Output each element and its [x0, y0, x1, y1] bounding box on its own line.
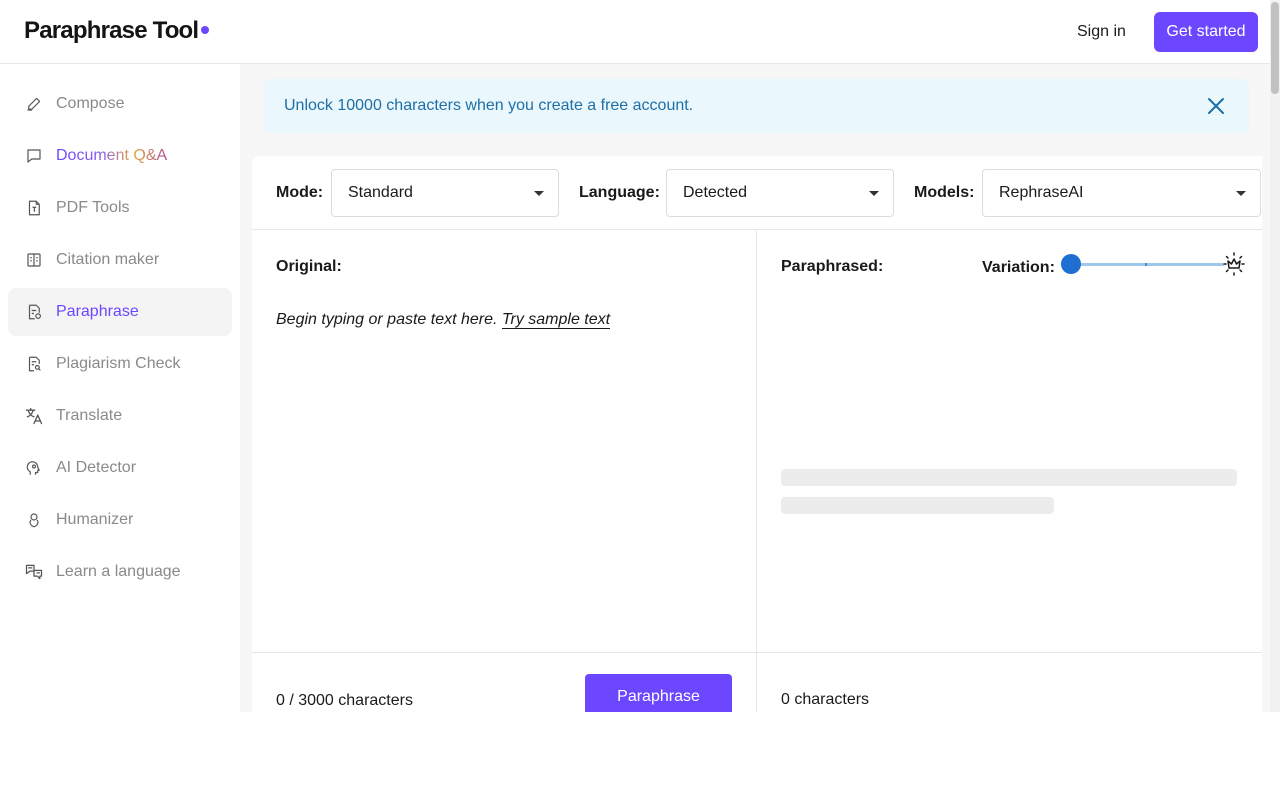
models-select[interactable]: RephraseAI [982, 169, 1261, 217]
logo-dot [201, 26, 210, 34]
page-scrollbar[interactable] [1270, 0, 1280, 712]
loading-skeleton-line [781, 469, 1237, 486]
original-text-input[interactable]: Begin typing or paste text here. Try sam… [276, 311, 611, 329]
doc-search-icon [24, 354, 44, 374]
sign-in-button[interactable]: Sign in [1066, 20, 1137, 44]
sidebar-item-label: AI Detector [56, 459, 137, 476]
main-content: Unlock 10000 characters when you create … [240, 64, 1270, 712]
app-viewport: Paraphrase Tool Sign in Get started Comp… [0, 0, 1280, 712]
placeholder-text: Begin typing or paste text here. [276, 311, 498, 328]
language-chat-icon [24, 562, 44, 582]
sidebar-item-translate[interactable]: Translate [8, 392, 232, 440]
sidebar-item-label: Humanizer [56, 511, 134, 528]
original-title: Original: [276, 258, 342, 275]
sidebar-item-document-qa[interactable]: Document Q&A [8, 132, 232, 180]
try-sample-text-link[interactable]: Try sample text [501, 311, 611, 329]
variation-slider-thumb[interactable] [1061, 254, 1081, 274]
sidebar-item-label: Plagiarism Check [56, 355, 181, 372]
signup-banner: Unlock 10000 characters when you create … [264, 79, 1249, 133]
variation-slider-tick [1145, 263, 1147, 266]
mode-value: Standard [348, 184, 413, 201]
language-value: Detected [683, 184, 748, 201]
language-label: Language: [579, 184, 660, 201]
paraphrase-button[interactable]: Paraphrase [585, 674, 732, 712]
sidebar-item-citation-maker[interactable]: Citation maker [8, 236, 232, 284]
loading-skeleton-line [781, 497, 1054, 514]
divider [757, 652, 1262, 653]
paraphrased-title: Paraphrased: [781, 258, 884, 275]
mode-label: Mode: [276, 184, 324, 201]
top-header: Paraphrase Tool Sign in Get started [0, 0, 1270, 64]
logo-text: Paraphrase Tool [24, 17, 199, 44]
sidebar-item-label: Translate [56, 407, 123, 424]
humanizer-icon [24, 510, 44, 530]
paraphraser-card: Mode: Standard Language: Detected Models… [252, 156, 1262, 712]
sidebar-item-paraphrase[interactable]: Paraphrase [8, 288, 232, 336]
original-pane: Original: Begin typing or paste text her… [252, 230, 757, 712]
sidebar-item-compose[interactable]: Compose [8, 80, 232, 128]
crown-icon [1222, 252, 1246, 276]
chevron-down-icon [869, 191, 879, 196]
variation-slider-track[interactable] [1072, 263, 1224, 266]
sidebar-item-label: Paraphrase [56, 303, 139, 320]
variation-label: Variation: [982, 259, 1055, 276]
chevron-down-icon [534, 191, 544, 196]
sidebar: Compose Document Q&A PDF Tools Citation … [0, 64, 240, 712]
paraphrased-char-count: 0 characters [781, 691, 870, 708]
sidebar-item-learn-a-language[interactable]: Learn a language [8, 548, 232, 596]
translate-icon [24, 406, 44, 426]
pdf-file-icon [24, 198, 44, 218]
sidebar-item-label: Citation maker [56, 251, 160, 268]
close-icon[interactable] [1205, 95, 1227, 117]
paraphrased-pane: Paraphrased: Variation: 0 characters [757, 230, 1262, 712]
pencil-icon [24, 94, 44, 114]
language-select[interactable]: Detected [666, 169, 894, 217]
sidebar-item-ai-detector[interactable]: AI Detector [8, 444, 232, 492]
models-label: Models: [914, 184, 975, 201]
sidebar-item-pdf-tools[interactable]: PDF Tools [8, 184, 232, 232]
get-started-button[interactable]: Get started [1154, 12, 1258, 52]
book-icon [24, 250, 44, 270]
original-char-count: 0 / 3000 characters [276, 692, 413, 709]
paraphrase-doc-icon [24, 302, 44, 322]
sidebar-item-label: Learn a language [56, 563, 181, 580]
mode-select[interactable]: Standard [331, 169, 559, 217]
sidebar-item-label: PDF Tools [56, 199, 130, 216]
sidebar-item-humanizer[interactable]: Humanizer [8, 496, 232, 544]
chevron-down-icon [1236, 191, 1246, 196]
head-gear-icon [24, 458, 44, 478]
scrollbar-thumb[interactable] [1271, 2, 1279, 94]
models-value: RephraseAI [999, 184, 1084, 201]
options-toolbar: Mode: Standard Language: Detected Models… [252, 156, 1262, 230]
logo[interactable]: Paraphrase Tool [24, 17, 210, 45]
banner-text: Unlock 10000 characters when you create … [284, 97, 694, 114]
sidebar-item-label: Document Q&A [56, 147, 168, 164]
chat-bubble-icon [24, 146, 44, 166]
divider [252, 652, 757, 653]
sidebar-item-plagiarism-check[interactable]: Plagiarism Check [8, 340, 232, 388]
sidebar-item-label: Compose [56, 95, 125, 112]
